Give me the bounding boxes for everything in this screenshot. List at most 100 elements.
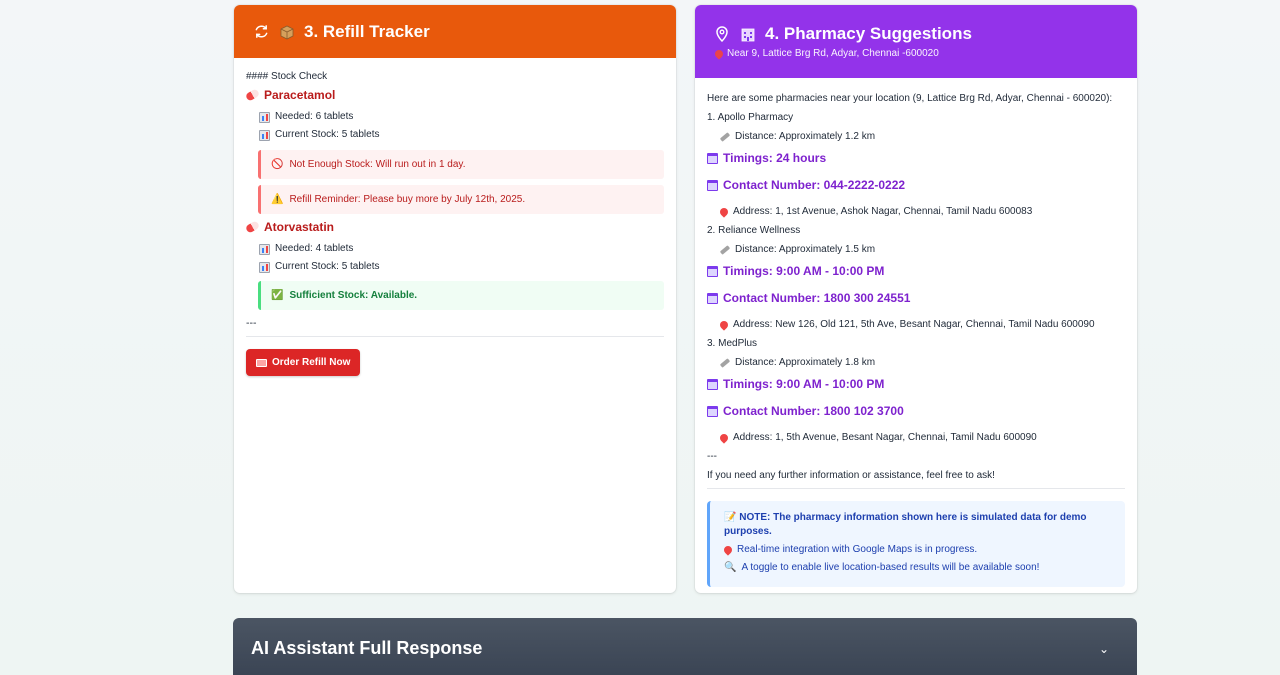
refill-tracker-header: 3. Refill Tracker — [234, 5, 676, 58]
medicine-name-text: Paracetamol — [264, 88, 336, 102]
note-line-3-row: 🔍 A toggle to enable live location-based… — [724, 561, 1113, 575]
round-pushpin-icon — [718, 319, 730, 331]
ai-assistant-panel[interactable]: AI Assistant Full Response ⌄ — [233, 618, 1137, 675]
pharmacy-distance: Distance: Approximately 1.5 km — [719, 243, 1125, 257]
pharmacy-outro: If you need any further information or a… — [707, 470, 995, 481]
bar-chart-icon — [259, 261, 270, 273]
refill-reminder-text: Refill Reminder: Please buy more by July… — [289, 194, 526, 205]
current-stock-item: Current Stock: 5 tablets — [259, 128, 664, 142]
warning-icon: ⚠️ — [271, 194, 284, 205]
note-line-3: A toggle to enable live location-based r… — [741, 562, 1040, 573]
pharmacy-header: 4. Pharmacy Suggestions Near 9, Lattice … — [695, 5, 1137, 78]
address-text: Address: New 126, Old 121, 5th Ave, Besa… — [733, 319, 1095, 330]
refill-tracker-card: 3. Refill Tracker #### Stock Check Parac… — [234, 5, 676, 593]
magnifier-icon: 🔍 — [724, 562, 737, 573]
pharmacy-location-row: Near 9, Lattice Brg Rd, Adyar, Chennai -… — [713, 47, 1119, 60]
ai-assistant-title: AI Assistant Full Response — [251, 638, 483, 658]
pharmacy-intro: Here are some pharmacies near your locat… — [707, 93, 1113, 104]
current-stock-text: Current Stock: 5 tablets — [275, 261, 380, 272]
divider — [246, 336, 664, 337]
ruler-icon — [719, 132, 731, 142]
order-refill-button[interactable]: Order Refill Now — [246, 349, 361, 376]
pill-icon — [244, 88, 261, 102]
pharmacy-distance: Distance: Approximately 1.8 km — [719, 356, 1125, 370]
contact-text: Contact Number: 044-2222-0222 — [723, 178, 906, 192]
contact-text: Contact Number: 1800 102 3700 — [723, 404, 904, 418]
pharmacy-timings: Timings: 9:00 AM - 10:00 PM — [707, 264, 1125, 278]
pharmacy-contact: Contact Number: 044-2222-0222 — [707, 178, 1125, 192]
notepad-icon: 📝 — [724, 512, 737, 523]
pharmacy-title-row: 4. Pharmacy Suggestions — [713, 24, 1119, 44]
hospital-icon — [739, 25, 757, 43]
refresh-icon — [252, 23, 270, 41]
stock-alert-success: ✅ Sufficient Stock: Available. — [258, 281, 664, 310]
chevron-down-icon[interactable]: ⌄ — [1099, 642, 1109, 668]
pharmacy-title: 4. Pharmacy Suggestions — [765, 24, 972, 43]
pharmacy-distance: Distance: Approximately 1.2 km — [719, 130, 1125, 144]
note-line-1: NOTE: The pharmacy information shown her… — [724, 512, 1087, 537]
pharmacy-body: Here are some pharmacies near your locat… — [695, 78, 1137, 593]
check-mark-icon: ✅ — [271, 290, 284, 301]
refill-tracker-title: 3. Refill Tracker — [304, 21, 430, 41]
timings-text: Timings: 24 hours — [723, 151, 827, 165]
medicine-name: Paracetamol — [244, 88, 664, 102]
location-pin-icon — [713, 25, 731, 43]
round-pushpin-icon — [718, 206, 730, 218]
pharmacy-address: Address: 1, 1st Avenue, Ashok Nagar, Che… — [718, 205, 1125, 219]
pharmacy-location-text: Near 9, Lattice Brg Rd, Adyar, Chennai -… — [727, 48, 939, 59]
distance-text: Distance: Approximately 1.8 km — [735, 357, 876, 368]
timings-text: Timings: 9:00 AM - 10:00 PM — [723, 264, 885, 278]
separator-text: --- — [707, 451, 717, 462]
refill-reminder-alert: ⚠️ Refill Reminder: Please buy more by J… — [258, 185, 664, 214]
bar-chart-icon — [259, 111, 270, 123]
package-icon — [278, 23, 296, 41]
separator-text: --- — [246, 317, 257, 329]
ruler-icon — [719, 245, 731, 255]
address-text: Address: 1, 5th Avenue, Besant Nagar, Ch… — [733, 432, 1037, 443]
divider — [707, 488, 1125, 489]
current-stock-item: Current Stock: 5 tablets — [259, 260, 664, 274]
distance-text: Distance: Approximately 1.2 km — [735, 131, 876, 142]
calendar-icon — [707, 265, 718, 277]
calendar-icon — [707, 179, 718, 191]
calendar-icon — [707, 405, 718, 417]
contact-text: Contact Number: 1800 300 24551 — [723, 291, 911, 305]
no-entry-icon: 🚫 — [271, 159, 284, 170]
note-title-line: 📝 NOTE: The pharmacy information shown h… — [724, 511, 1113, 539]
round-pushpin-icon — [722, 544, 734, 556]
needed-text: Needed: 6 tablets — [275, 111, 354, 122]
pharmacy-contact: Contact Number: 1800 300 24551 — [707, 291, 1125, 305]
stock-alert-text: Not Enough Stock: Will run out in 1 day. — [289, 159, 466, 170]
round-pushpin-icon — [713, 47, 725, 60]
ruler-icon — [719, 358, 731, 368]
credit-card-icon — [256, 358, 267, 367]
medicine-name: Atorvastatin — [244, 220, 664, 234]
calendar-icon — [707, 378, 718, 390]
timings-text: Timings: 9:00 AM - 10:00 PM — [723, 377, 885, 391]
refill-tracker-title-row: 3. Refill Tracker — [252, 22, 658, 42]
needed-item: Needed: 4 tablets — [259, 242, 664, 256]
pharmacy-name: 1. Apollo Pharmacy — [707, 112, 794, 123]
calendar-icon — [707, 292, 718, 304]
round-pushpin-icon — [718, 432, 730, 444]
pharmacy-address: Address: 1, 5th Avenue, Besant Nagar, Ch… — [718, 431, 1125, 445]
note-line-2-row: Real-time integration with Google Maps i… — [722, 543, 1113, 557]
needed-text: Needed: 4 tablets — [275, 243, 354, 254]
pharmacy-contact: Contact Number: 1800 102 3700 — [707, 404, 1125, 418]
needed-item: Needed: 6 tablets — [259, 110, 664, 124]
order-refill-label: Order Refill Now — [272, 357, 351, 368]
pharmacy-timings: Timings: 24 hours — [707, 151, 1125, 165]
note-line-2: Real-time integration with Google Maps i… — [737, 544, 978, 555]
pharmacy-suggestions-card: 4. Pharmacy Suggestions Near 9, Lattice … — [695, 5, 1137, 593]
current-stock-text: Current Stock: 5 tablets — [275, 129, 380, 140]
demo-note-box: 📝 NOTE: The pharmacy information shown h… — [707, 501, 1125, 587]
calendar-icon — [707, 152, 718, 164]
stock-alert-danger: 🚫 Not Enough Stock: Will run out in 1 da… — [258, 150, 664, 179]
bar-chart-icon — [259, 243, 270, 255]
sufficient-stock-text: Sufficient Stock: Available. — [289, 290, 418, 301]
stock-check-heading: #### Stock Check — [246, 71, 328, 82]
distance-text: Distance: Approximately 1.5 km — [735, 244, 876, 255]
pharmacy-name: 2. Reliance Wellness — [707, 225, 801, 236]
pill-icon — [244, 220, 261, 234]
pharmacy-name: 3. MedPlus — [707, 338, 758, 349]
